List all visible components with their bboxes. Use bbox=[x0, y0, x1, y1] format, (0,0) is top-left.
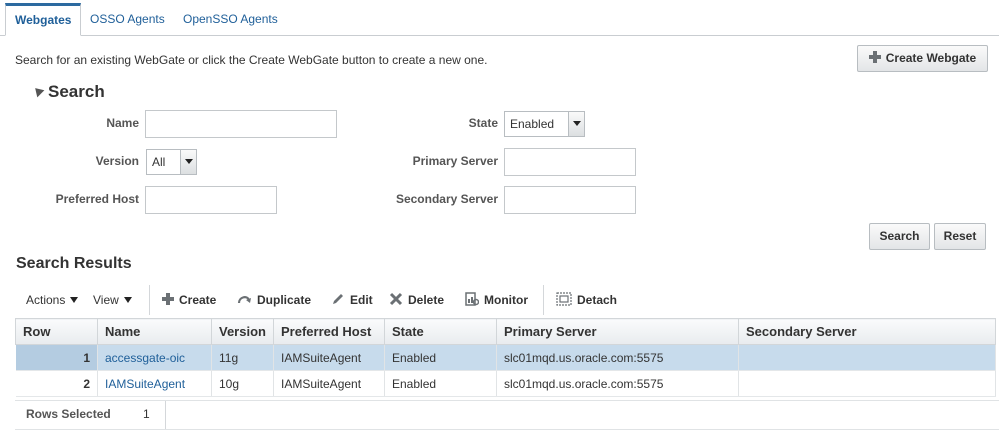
table-header-row: Row Name Version Preferred Host State Pr… bbox=[15, 318, 996, 345]
primary-server-cell: slc01mqd.us.oracle.com:5575 bbox=[496, 370, 739, 397]
secondary-server-cell bbox=[738, 344, 996, 371]
column-header-preferred-host[interactable]: Preferred Host bbox=[273, 318, 385, 345]
secondary-server-cell bbox=[738, 370, 996, 397]
detach-button[interactable]: Detach bbox=[556, 285, 617, 315]
webgate-name-link[interactable]: IAMSuiteAgent bbox=[105, 377, 185, 391]
delete-label: Delete bbox=[408, 293, 445, 307]
secondary-server-label: Secondary Server bbox=[395, 192, 498, 206]
search-button[interactable]: Search bbox=[869, 223, 930, 250]
state-cell: Enabled bbox=[384, 370, 497, 397]
search-title-text: Search bbox=[48, 82, 105, 101]
create-button[interactable]: Create bbox=[162, 285, 216, 315]
rows-selected-label: Rows Selected bbox=[26, 407, 111, 421]
column-header-row[interactable]: Row bbox=[15, 318, 98, 345]
chevron-down-icon bbox=[123, 297, 132, 303]
create-webgate-label: Create Webgate bbox=[885, 51, 977, 65]
search-section-title[interactable]: Search bbox=[31, 82, 105, 102]
plus-icon bbox=[162, 293, 174, 305]
column-header-state[interactable]: State bbox=[384, 318, 497, 345]
edit-label: Edit bbox=[350, 293, 373, 307]
version-select[interactable]: All bbox=[146, 149, 197, 175]
detach-icon bbox=[556, 292, 572, 306]
view-menu[interactable]: View bbox=[93, 285, 132, 315]
column-header-name[interactable]: Name bbox=[97, 318, 212, 345]
tab-webgates[interactable]: Webgates bbox=[5, 3, 82, 36]
results-table: Row Name Version Preferred Host State Pr… bbox=[15, 318, 996, 397]
toolbar-separator bbox=[149, 285, 150, 315]
table-row[interactable]: 1 accessgate-oic 11g IAMSuiteAgent Enabl… bbox=[15, 344, 996, 371]
row-number: 2 bbox=[15, 370, 98, 397]
rows-selected-count: 1 bbox=[143, 407, 150, 421]
preferred-host-cell: IAMSuiteAgent bbox=[273, 370, 385, 397]
preferred-host-label: Preferred Host bbox=[55, 192, 139, 206]
secondary-server-input[interactable] bbox=[504, 186, 636, 214]
monitor-icon bbox=[465, 292, 479, 306]
name-label: Name bbox=[106, 116, 139, 130]
toolbar-separator bbox=[543, 285, 544, 315]
primary-server-cell: slc01mqd.us.oracle.com:5575 bbox=[496, 344, 739, 371]
view-menu-label: View bbox=[93, 293, 119, 307]
duplicate-button[interactable]: Duplicate bbox=[237, 285, 311, 315]
duplicate-icon bbox=[237, 296, 251, 304]
webgate-name-link[interactable]: accessgate-oic bbox=[105, 351, 185, 365]
collapse-triangle-icon[interactable] bbox=[31, 84, 45, 98]
state-select[interactable]: Enabled bbox=[504, 111, 585, 137]
delete-x-icon bbox=[389, 292, 403, 306]
actions-menu-label: Actions bbox=[26, 293, 66, 307]
chevron-down-icon[interactable] bbox=[180, 150, 196, 174]
name-input[interactable] bbox=[145, 110, 337, 138]
delete-button[interactable]: Delete bbox=[389, 285, 444, 315]
reset-button[interactable]: Reset bbox=[934, 223, 986, 250]
intro-text: Search for an existing WebGate or click … bbox=[15, 53, 488, 67]
primary-server-input[interactable] bbox=[504, 148, 636, 176]
row-number: 1 bbox=[15, 344, 98, 371]
version-cell: 11g bbox=[211, 344, 274, 371]
column-header-primary-server[interactable]: Primary Server bbox=[496, 318, 739, 345]
edit-button[interactable]: Edit bbox=[331, 285, 373, 315]
monitor-label: Monitor bbox=[484, 293, 528, 307]
preferred-host-cell: IAMSuiteAgent bbox=[273, 344, 385, 371]
footer-separator bbox=[165, 401, 166, 429]
chevron-down-icon[interactable] bbox=[568, 112, 584, 136]
state-cell: Enabled bbox=[384, 344, 497, 371]
search-results-title: Search Results bbox=[16, 255, 132, 272]
table-footer: Rows Selected 1 bbox=[15, 400, 999, 430]
webgate-name-cell: IAMSuiteAgent bbox=[97, 370, 212, 397]
webgate-name-cell: accessgate-oic bbox=[97, 344, 212, 371]
version-select-value: All bbox=[152, 155, 166, 169]
column-header-secondary-server[interactable]: Secondary Server bbox=[738, 318, 996, 345]
version-cell: 10g bbox=[211, 370, 274, 397]
pencil-icon bbox=[333, 294, 343, 304]
create-webgate-button[interactable]: Create Webgate bbox=[857, 45, 988, 72]
table-row[interactable]: 2 IAMSuiteAgent 10g IAMSuiteAgent Enable… bbox=[15, 370, 996, 397]
chevron-down-icon bbox=[70, 297, 79, 303]
actions-menu[interactable]: Actions bbox=[26, 285, 79, 315]
primary-server-label: Primary Server bbox=[412, 154, 498, 168]
column-header-version[interactable]: Version bbox=[211, 318, 274, 345]
create-label: Create bbox=[179, 293, 217, 307]
preferred-host-input[interactable] bbox=[145, 186, 277, 214]
tab-bar: Webgates OSSO Agents OpenSSO Agents bbox=[0, 0, 999, 36]
monitor-button[interactable]: Monitor bbox=[465, 285, 528, 315]
plus-icon bbox=[868, 51, 881, 63]
tab-opensso-agents[interactable]: OpenSSO Agents bbox=[174, 3, 287, 36]
duplicate-label: Duplicate bbox=[257, 293, 312, 307]
version-label: Version bbox=[95, 154, 139, 168]
detach-label: Detach bbox=[577, 293, 618, 307]
state-select-value: Enabled bbox=[510, 117, 555, 131]
tab-osso-agents[interactable]: OSSO Agents bbox=[81, 3, 174, 36]
state-label: State bbox=[468, 116, 498, 130]
